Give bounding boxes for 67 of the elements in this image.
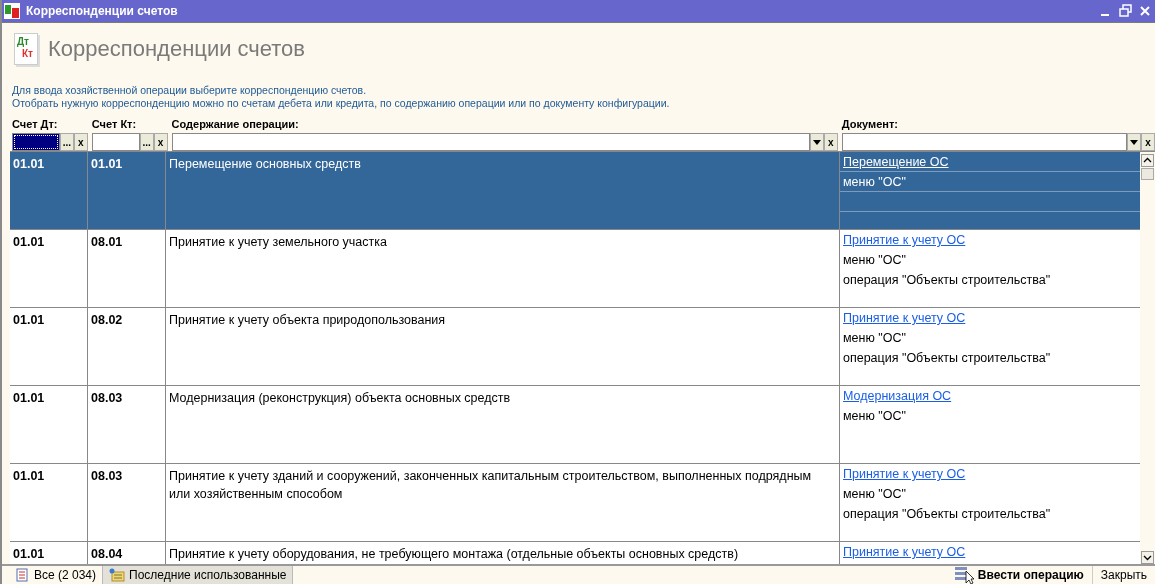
table-row[interactable] — [10, 464, 1140, 542]
document-link[interactable]: Принятие к учету ОС — [843, 467, 966, 481]
table-cell: меню "ОС" — [843, 331, 906, 345]
window-title: Корреспонденции счетов — [26, 4, 179, 18]
table-row[interactable]: 01.01 08.01 Принятие к учету земельного участка Принятие к учету ОС меню "ОС" операция "Объекты строительства" — [10, 230, 1140, 308]
scroll-down-icon[interactable] — [1141, 551, 1154, 564]
app-icon — [4, 3, 20, 19]
table-cell: меню "ОС" — [843, 487, 906, 501]
table-cell: 01.01 — [13, 391, 45, 405]
filter-label: Содержание операции: — [171, 117, 300, 131]
enter-operation-button[interactable]: Ввести операцию — [951, 566, 1086, 584]
table-cell: 01.01 — [13, 157, 45, 171]
close-icon[interactable] — [1139, 4, 1151, 18]
description-text: Отобрать нужную корреспонденцию можно по счетам дебета или кредита, по содержанию операции или по документу конфигурации. — [12, 96, 671, 110]
table-row[interactable]: 01.01 01.01 Перемещение основных средств Перемещение ОС меню "ОС" — [10, 152, 1140, 230]
description-text: Для ввода хозяйственной операции выберите корреспонденцию счетов. — [12, 83, 368, 97]
table-cell: 08.01 — [91, 235, 123, 249]
scroll-up-icon[interactable] — [1141, 154, 1154, 167]
table-cell: 08.03 — [91, 391, 123, 405]
document-link[interactable]: Модернизация ОС — [843, 389, 952, 403]
filter-field[interactable] — [841, 133, 1127, 151]
dropdown-button[interactable] — [1127, 133, 1141, 151]
filter-label: Счет Дт: — [12, 117, 59, 131]
table-cell: операция "Объекты строительства" — [843, 351, 1051, 365]
table-cell: меню "ОС" — [843, 175, 906, 189]
filter-field[interactable] — [12, 133, 60, 151]
table-cell: 01.01 — [13, 313, 45, 327]
table-row[interactable]: 01.01 08.02 Принятие к учету объекта природопользования Принятие к учету ОС меню "ОС" операция "Объекты строительства" — [10, 308, 1140, 386]
page-title: Корреспонденции счетов — [48, 36, 306, 63]
document-link[interactable]: Принятие к учету ОС — [843, 311, 966, 325]
table-cell: Принятие к учету оборудования, не требующего монтажа (отдельные объекты основных средств) — [169, 547, 739, 561]
table-cell: 08.03 — [91, 469, 123, 483]
table-cell: Принятие к учету зданий и сооружений, законченных капитальным строительством, выполненных подрядным или хозяйственным способом — [169, 469, 812, 501]
table-cell: операция "Объекты строительства" — [843, 273, 1051, 287]
filter-field[interactable] — [91, 133, 140, 151]
table-cell: меню "ОС" — [843, 253, 906, 267]
table-cell: Модернизация (реконструкция) объекта основных средств — [169, 391, 511, 405]
filter-label: Документ: — [841, 117, 899, 131]
clear-button[interactable]: x — [1141, 133, 1155, 151]
dropdown-arrow-icon — [1130, 139, 1138, 145]
pinned-folder-icon — [109, 568, 126, 582]
table-row[interactable]: 01.01 08.03 Модернизация (реконструкция) объекта основных средств Модернизация ОС меню "ОС" — [10, 386, 1140, 464]
table-cell: 08.04 — [91, 547, 123, 561]
close-button[interactable]: Закрыть — [1098, 568, 1149, 582]
table-cell: Принятие к учету земельного участка — [169, 235, 387, 249]
list-pointer-icon — [953, 566, 976, 584]
table-cell: 01.01 — [91, 157, 123, 171]
table-cell: операция "Объекты строительства" — [843, 507, 1051, 521]
table-cell: 08.02 — [91, 313, 123, 327]
filter-field[interactable] — [171, 133, 810, 151]
document-icon: Дт Кт — [14, 33, 38, 66]
table-cell: 01.01 — [13, 469, 45, 483]
list-icon — [16, 568, 30, 582]
dropdown-arrow-icon — [812, 139, 821, 145]
document-link[interactable]: Принятие к учету ОС — [843, 233, 966, 247]
scroll-thumb[interactable] — [1141, 168, 1154, 180]
table-cell: Перемещение основных средств — [169, 157, 361, 171]
table-cell: 01.01 — [13, 235, 45, 249]
document-link[interactable]: Принятие к учету ОС — [843, 545, 966, 559]
document-link[interactable]: Перемещение ОС — [843, 155, 949, 169]
table-cell: Принятие к учету объекта природопользования — [169, 313, 446, 327]
table-cell: 01.01 — [13, 547, 45, 561]
scrollbar[interactable] — [1140, 152, 1155, 564]
filter-label: Счет Кт: — [91, 117, 138, 131]
table-cell: меню "ОС" — [843, 409, 906, 423]
tab[interactable]: Последние использованные — [103, 566, 294, 584]
restore-icon[interactable] — [1119, 4, 1133, 18]
